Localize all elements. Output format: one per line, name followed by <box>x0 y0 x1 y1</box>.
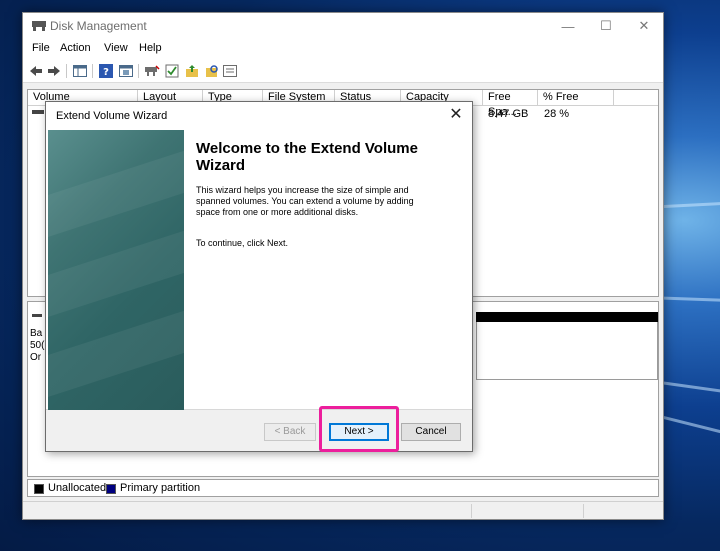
status-bar <box>23 501 663 519</box>
percent-free-value: 28 % <box>544 108 570 120</box>
wizard-close-button[interactable]: ✕ <box>446 105 466 125</box>
disk-icon <box>32 314 42 317</box>
disk-partition-block[interactable] <box>476 322 658 380</box>
toolbar: ? <box>23 59 663 83</box>
folder-up-icon[interactable] <box>184 63 200 79</box>
wizard-heading: Welcome to the Extend Volume Wizard <box>196 140 418 174</box>
legend: Unallocated Primary partition <box>27 479 659 497</box>
next-button[interactable]: Next > <box>329 423 389 441</box>
toolbar-separator <box>66 64 67 78</box>
back-arrow-icon[interactable] <box>28 63 44 79</box>
status-separator <box>583 504 584 518</box>
wizard-body: Welcome to the Extend Volume Wizard This… <box>46 130 472 410</box>
search-folder-icon[interactable] <box>204 63 220 79</box>
column-percent-free[interactable]: % Free <box>538 90 614 106</box>
title-bar[interactable]: Disk Management — ☐ ✕ <box>23 13 663 39</box>
menu-help[interactable]: Help <box>139 42 162 54</box>
back-button[interactable]: < Back <box>264 423 316 441</box>
connect-icon[interactable] <box>144 63 160 79</box>
status-separator <box>471 504 472 518</box>
toolbar-separator <box>92 64 93 78</box>
wizard-title: Extend Volume Wizard <box>56 110 168 122</box>
check-icon[interactable] <box>164 63 180 79</box>
wizard-continue-text: To continue, click Next. <box>196 238 289 248</box>
forward-arrow-icon[interactable] <box>46 63 62 79</box>
column-empty <box>614 90 658 106</box>
banner-stripe <box>48 300 184 400</box>
primary-swatch <box>106 484 116 494</box>
minimize-button[interactable]: — <box>549 13 587 39</box>
menu-bar: File Action View Help <box>23 39 663 59</box>
menu-file[interactable]: File <box>32 42 50 54</box>
menu-action[interactable]: Action <box>60 42 91 54</box>
legend-primary: Primary partition <box>120 482 201 494</box>
wizard-banner-graphic <box>48 130 184 410</box>
svg-text:?: ? <box>103 67 109 78</box>
properties-icon[interactable] <box>118 63 134 79</box>
list-icon[interactable] <box>222 63 238 79</box>
close-button[interactable]: ✕ <box>625 13 663 39</box>
extend-volume-wizard: Extend Volume Wizard ✕ Welcome to the Ex… <box>45 101 473 452</box>
help-icon[interactable]: ? <box>98 63 114 79</box>
maximize-button[interactable]: ☐ <box>587 13 625 39</box>
banner-stripe <box>48 220 184 320</box>
show-pane-icon[interactable] <box>72 63 88 79</box>
unallocated-swatch <box>34 484 44 494</box>
column-free-space[interactable]: Free Spa... <box>483 90 538 118</box>
legend-unallocated: Unallocated <box>48 482 107 494</box>
light-beam <box>660 381 720 398</box>
disk-management-icon <box>32 21 46 31</box>
cancel-button[interactable]: Cancel <box>401 423 461 441</box>
unallocated-bar[interactable] <box>476 312 658 322</box>
free-space-value: 8.47 GB <box>488 108 529 120</box>
wizard-title-bar[interactable]: Extend Volume Wizard ✕ <box>46 102 472 130</box>
window-title: Disk Management <box>50 19 147 33</box>
volume-row-icon <box>32 110 44 114</box>
menu-view[interactable]: View <box>104 42 128 54</box>
wizard-description: This wizard helps you increase the size … <box>196 185 414 217</box>
banner-stripe <box>48 140 184 240</box>
toolbar-separator <box>138 64 139 78</box>
